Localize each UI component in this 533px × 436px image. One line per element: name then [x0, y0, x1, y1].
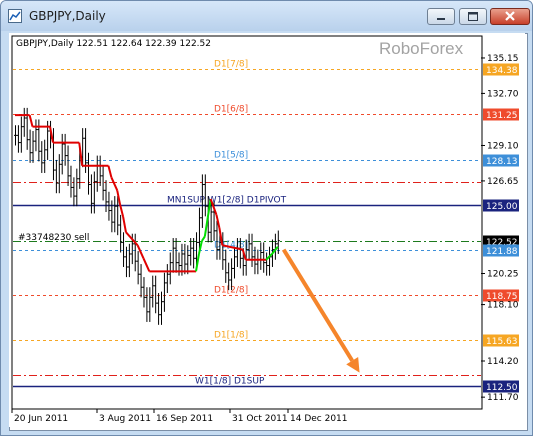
level-label: MN1SUP W1[2/8] D1PIVOT	[167, 196, 287, 206]
price-tag-label: 125.00	[486, 202, 518, 212]
broker-watermark: RoboForex	[379, 39, 464, 58]
price-tick-label: 111.70	[487, 393, 519, 403]
title-bar[interactable]: GBPJPY,Daily	[1, 1, 532, 31]
order-label: #33748230 sell	[18, 233, 89, 243]
close-button[interactable]	[490, 8, 530, 25]
time-tick-label: 3 Aug 2011	[99, 414, 151, 424]
maximize-icon	[468, 12, 478, 21]
price-tick-label: 132.70	[487, 89, 519, 99]
price-tick-label: 129.10	[487, 141, 519, 151]
time-tick-label: 16 Sep 2011	[156, 414, 213, 424]
price-tick-label: 114.20	[487, 357, 519, 367]
level-label: D1[7/8]	[214, 60, 248, 70]
price-chart[interactable]: D1[7/8] 134.38 D1[6/8] 131.25 D1[5/8] 128.13 M…	[9, 33, 525, 427]
chart-background	[9, 33, 525, 427]
level-label: D1[1/8]	[214, 331, 248, 341]
price-tick-label: 126.65	[487, 177, 519, 187]
price-tag-label: 134.38	[486, 66, 518, 76]
price-tag-label: 112.50	[486, 383, 518, 393]
price-tick-label: 120.25	[487, 269, 519, 279]
close-icon	[505, 11, 515, 21]
price-tag-label: 128.13	[486, 157, 518, 167]
maximize-button[interactable]	[459, 8, 487, 25]
level-label: D1[5/8]	[214, 151, 248, 161]
level-label: W1[1/8] D1SUP	[195, 377, 265, 387]
minimize-button[interactable]	[427, 8, 455, 25]
level-label: D1[6/8]	[214, 105, 248, 115]
price-tag-label: 121.88	[486, 247, 518, 257]
time-tick-label: 31 Oct 2011	[232, 414, 288, 424]
price-tag-label: 131.25	[486, 111, 518, 121]
price-tick-label: 135.15	[487, 54, 519, 64]
minimize-icon	[437, 18, 445, 20]
price-tick-label: 118.10	[487, 301, 519, 311]
symbol-info: GBPJPY,Daily 122.51 122.64 122.39 122.52	[16, 39, 211, 49]
time-tick-label: 20 Jun 2011	[14, 414, 68, 424]
time-tick-label: 14 Dec 2011	[290, 414, 348, 424]
chart-window-icon	[8, 9, 22, 23]
price-tag-label: 115.63	[486, 337, 518, 347]
window-title: GBPJPY,Daily	[29, 9, 106, 23]
